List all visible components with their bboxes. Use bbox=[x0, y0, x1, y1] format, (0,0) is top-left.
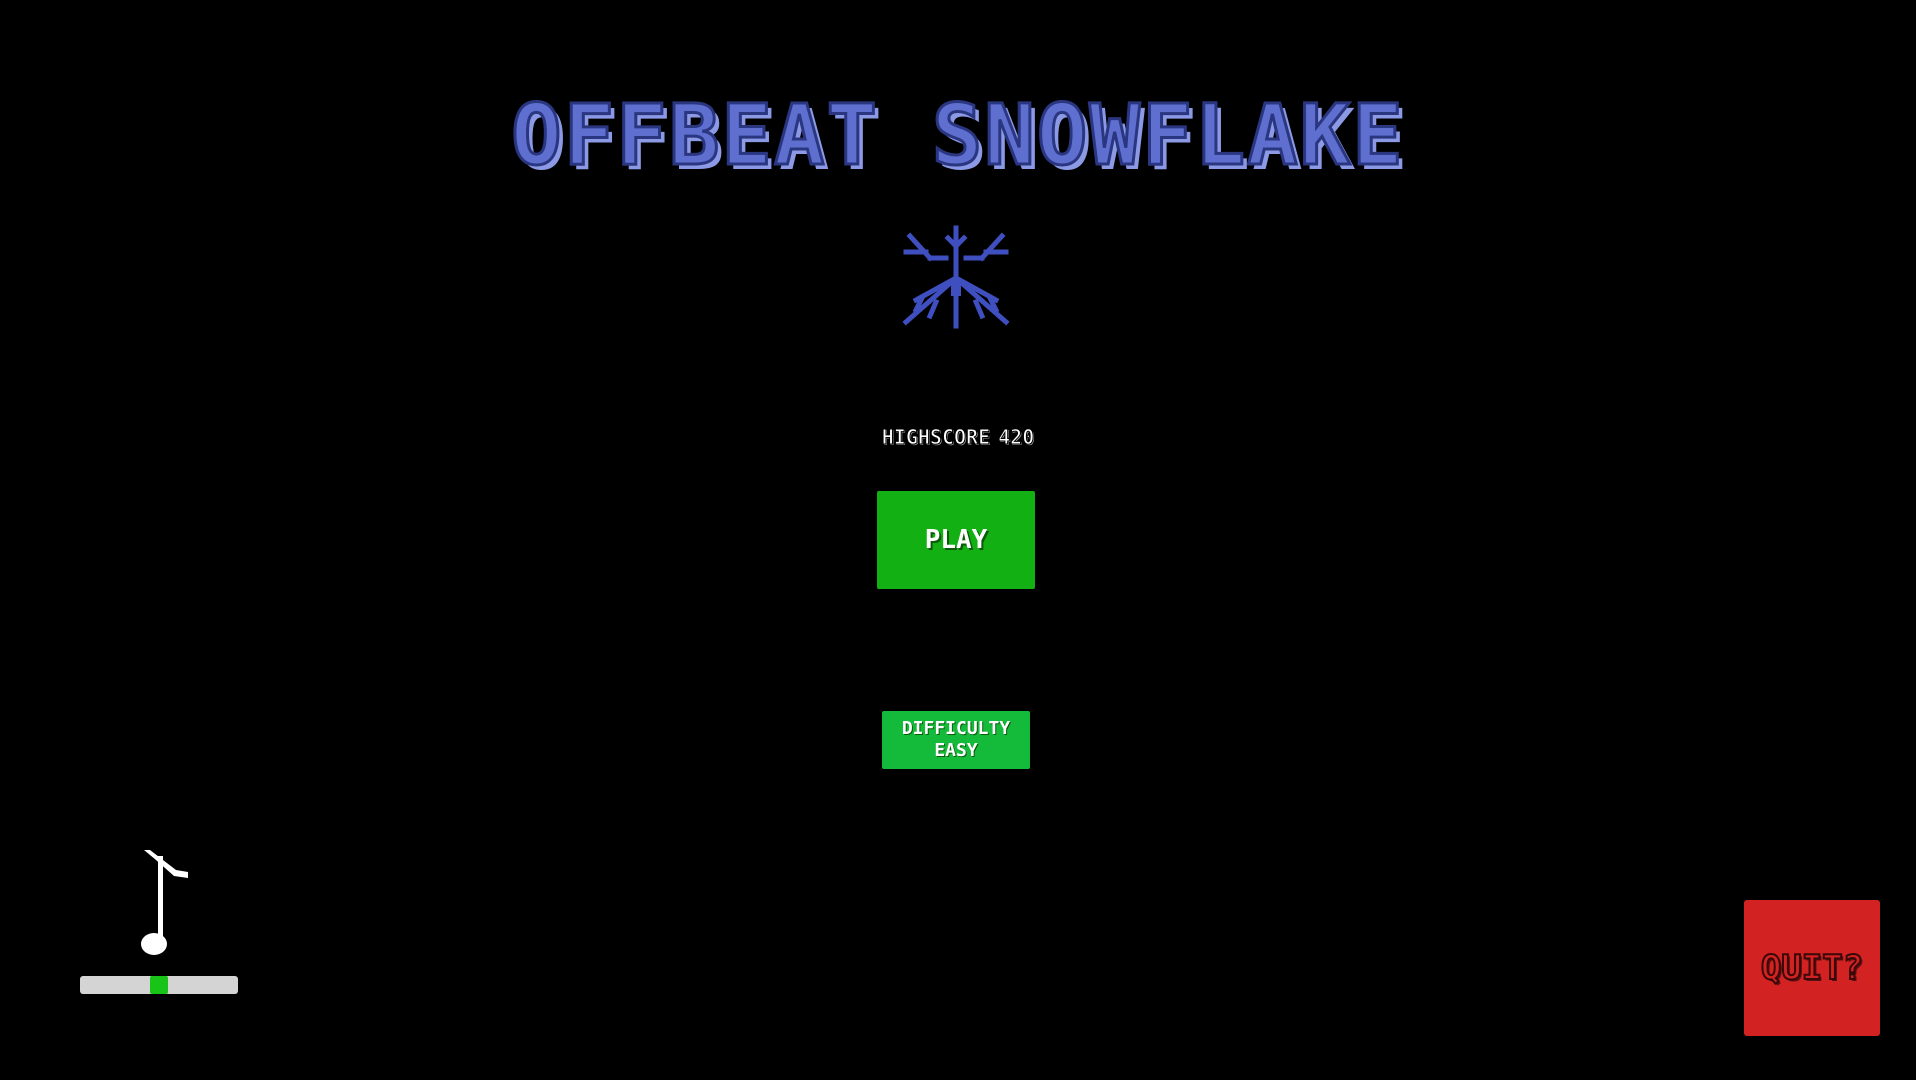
music-note-icon bbox=[141, 850, 188, 955]
highscore-value: 420 bbox=[998, 425, 1035, 450]
difficulty-button[interactable]: DIFFICULTY EASY bbox=[882, 711, 1030, 769]
volume-slider[interactable] bbox=[80, 976, 238, 994]
quit-button[interactable]: QUIT? bbox=[1744, 900, 1880, 1036]
highscore-label: HIGHSCORE bbox=[881, 425, 991, 450]
play-button-label: PLAY bbox=[924, 525, 988, 555]
difficulty-value: EASY bbox=[934, 740, 978, 761]
quit-button-label: QUIT? bbox=[1760, 947, 1864, 989]
game-title: OFFBEAT SNOWFLAKE bbox=[510, 85, 1405, 186]
difficulty-label: DIFFICULTY bbox=[901, 718, 1011, 739]
snowflake-icon bbox=[902, 225, 1010, 329]
play-button[interactable]: PLAY bbox=[877, 491, 1035, 589]
volume-slider-thumb[interactable] bbox=[150, 976, 168, 994]
highscore-display: HIGHSCORE 420 bbox=[820, 424, 1096, 450]
